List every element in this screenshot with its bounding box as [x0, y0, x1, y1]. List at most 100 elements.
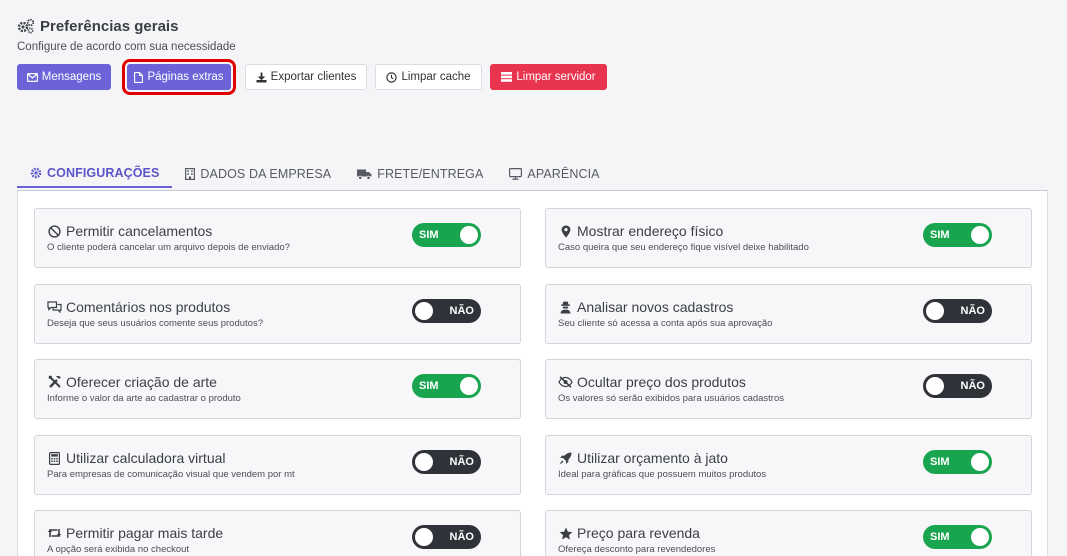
- tab-configuracoes[interactable]: CONFIGURAÇÕES: [17, 160, 173, 188]
- setting-title-row: Analisar novos cadastros: [558, 299, 733, 315]
- setting-description: A opção será exibida no checkout: [47, 544, 190, 555]
- toggle-knob: [415, 302, 433, 320]
- setting-card: Mostrar endereço físico Caso queira que …: [545, 208, 1032, 268]
- setting-title-row: Utilizar orçamento à jato: [558, 450, 728, 466]
- clock-icon: [386, 71, 398, 83]
- tab-dados-empresa-label: DADOS DA EMPRESA: [200, 167, 332, 181]
- setting-title-row: Comentários nos produtos: [47, 299, 230, 315]
- setting-description: Informe o valor da arte ao cadastrar o p…: [47, 393, 241, 404]
- setting-description: Para empresas de comunicação visual que …: [47, 469, 295, 480]
- toggle-switch[interactable]: SIM: [923, 450, 992, 474]
- setting-title: Comentários nos produtos: [66, 299, 231, 315]
- toggle-label: NÃO: [960, 305, 985, 317]
- setting-title: Analisar novos cadastros: [577, 299, 734, 315]
- user-secret-icon: [558, 301, 573, 314]
- toggle-knob: [415, 528, 433, 546]
- retweet-icon: [47, 527, 62, 539]
- eye-slash-icon: [558, 376, 573, 388]
- calculator-icon: [47, 451, 62, 465]
- clear-server-button[interactable]: Limpar servidor: [490, 64, 607, 90]
- toggle-knob: [460, 226, 478, 244]
- toggle-label: SIM: [419, 380, 439, 392]
- toggle-label: NÃO: [449, 531, 474, 543]
- setting-card: Utilizar orçamento à jato Ideal para grá…: [545, 435, 1032, 495]
- toggle-knob: [971, 453, 989, 471]
- setting-title-row: Utilizar calculadora virtual: [47, 450, 226, 466]
- toggle-knob: [415, 453, 433, 471]
- extra-pages-button[interactable]: Páginas extras: [122, 59, 236, 95]
- setting-description: Ofereça desconto para revendedores: [558, 544, 716, 555]
- toggle-label: SIM: [930, 229, 950, 241]
- setting-card: Ocultar preço dos produtos Os valores só…: [545, 359, 1032, 419]
- server-icon: [501, 72, 513, 82]
- ban-icon: [47, 224, 62, 238]
- messages-button[interactable]: Mensagens: [17, 64, 111, 90]
- clear-cache-button[interactable]: Limpar cache: [375, 64, 482, 90]
- rocket-icon: [558, 452, 573, 465]
- setting-description: Ideal para gráficas que possuem muitos p…: [558, 469, 767, 480]
- setting-title-row: Permitir cancelamentos: [47, 223, 212, 239]
- envelope-icon: [26, 72, 38, 82]
- action-toolbar: Mensagens Páginas extras Exportar client…: [17, 59, 615, 95]
- setting-title: Preço para revenda: [577, 525, 700, 541]
- toggle-switch[interactable]: SIM: [923, 223, 992, 247]
- setting-title-row: Permitir pagar mais tarde: [47, 525, 223, 541]
- toggle-knob: [971, 528, 989, 546]
- setting-description: Deseja que seus usuários comente seus pr…: [47, 318, 263, 329]
- star-icon: [558, 527, 573, 540]
- tab-aparencia[interactable]: APARÊNCIA: [496, 160, 612, 188]
- map-marker-icon: [558, 225, 573, 238]
- download-icon: [256, 72, 267, 83]
- toggle-label: SIM: [930, 456, 950, 468]
- toggle-knob: [971, 226, 989, 244]
- toggle-knob: [460, 377, 478, 395]
- toggle-switch[interactable]: NÃO: [412, 299, 481, 323]
- setting-title-row: Mostrar endereço físico: [558, 223, 723, 239]
- tab-aparencia-label: APARÊNCIA: [527, 167, 600, 181]
- toggle-label: SIM: [930, 531, 950, 543]
- tab-frete-entrega[interactable]: FRETE/ENTREGA: [344, 160, 496, 188]
- setting-title-row: Preço para revenda: [558, 525, 700, 541]
- monitor-icon: [509, 168, 523, 180]
- tab-frete-entrega-label: FRETE/ENTREGA: [377, 167, 484, 181]
- export-clients-button[interactable]: Exportar clientes: [245, 64, 367, 90]
- setting-card: Analisar novos cadastros Seu cliente só …: [545, 284, 1032, 344]
- toggle-switch[interactable]: SIM: [923, 525, 992, 549]
- comments-icon: [47, 301, 62, 313]
- setting-card: Comentários nos produtos Deseja que seus…: [34, 284, 521, 344]
- settings-panel: Permitir cancelamentos O cliente poderá …: [17, 190, 1048, 556]
- toggle-label: NÃO: [449, 305, 474, 317]
- toggle-switch[interactable]: NÃO: [412, 450, 481, 474]
- toggle-switch[interactable]: NÃO: [923, 299, 992, 323]
- setting-description: Os valores só serão exibidos para usuári…: [558, 393, 785, 404]
- setting-description: O cliente poderá cancelar um arquivo dep…: [47, 242, 290, 253]
- setting-title-row: Ocultar preço dos produtos: [558, 374, 746, 390]
- truck-icon: [357, 169, 372, 180]
- setting-card: Preço para revenda Ofereça desconto para…: [545, 510, 1032, 556]
- toggle-switch[interactable]: NÃO: [412, 525, 481, 549]
- toggle-label: NÃO: [449, 456, 474, 468]
- setting-title: Permitir pagar mais tarde: [66, 525, 224, 541]
- setting-title-row: Oferecer criação de arte: [47, 374, 217, 390]
- setting-title: Permitir cancelamentos: [66, 223, 213, 239]
- setting-title: Oferecer criação de arte: [66, 374, 217, 390]
- page-header: Preferências gerais Configure de acordo …: [17, 16, 236, 54]
- setting-card: Utilizar calculadora virtual Para empres…: [34, 435, 521, 495]
- setting-title: Utilizar orçamento à jato: [577, 450, 728, 466]
- tab-configuracoes-label: CONFIGURAÇÕES: [47, 166, 160, 180]
- setting-card: Permitir cancelamentos O cliente poderá …: [34, 208, 521, 268]
- clear-server-button-label: Limpar servidor: [516, 71, 596, 83]
- toggle-switch[interactable]: SIM: [412, 374, 481, 398]
- setting-description: Caso queira que seu endereço fique visív…: [558, 242, 809, 253]
- setting-title: Mostrar endereço físico: [577, 223, 724, 239]
- page-subtitle: Configure de acordo com sua necessidade: [17, 41, 236, 53]
- setting-card: Oferecer criação de arte Informe o valor…: [34, 359, 521, 419]
- toggle-switch[interactable]: NÃO: [923, 374, 992, 398]
- tab-dados-empresa[interactable]: DADOS DA EMPRESA: [172, 160, 344, 188]
- setting-title: Ocultar preço dos produtos: [577, 374, 746, 390]
- export-clients-button-label: Exportar clientes: [270, 71, 357, 83]
- settings-tabs: CONFIGURAÇÕES DADOS DA EMPRESA FRETE/ENT…: [17, 160, 1048, 190]
- toggle-switch[interactable]: SIM: [412, 223, 481, 247]
- gear-icon: [30, 167, 42, 179]
- toggle-label: NÃO: [960, 380, 985, 392]
